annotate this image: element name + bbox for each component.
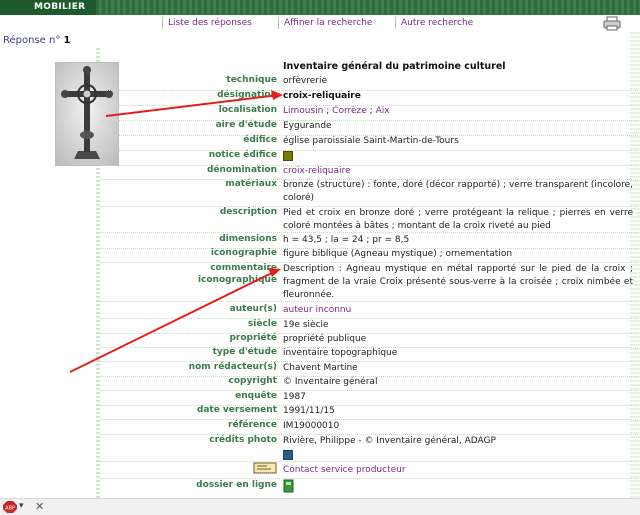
chevron-down-icon[interactable]: ▾	[19, 501, 24, 511]
top-header-strip: MOBILIER	[0, 0, 640, 15]
field-value: croix-reliquaire	[283, 91, 361, 101]
dossier-book-icon[interactable]	[283, 479, 295, 493]
field-value: figure biblique (Agneau mystique) ; orne…	[283, 249, 513, 259]
field-value: 1987	[283, 392, 306, 402]
contact-hand-icon[interactable]	[253, 462, 279, 475]
field-value: IM19000010	[283, 421, 340, 431]
field-label: dossier en ligne	[196, 480, 277, 490]
field-label: aire d'étude	[215, 120, 277, 130]
field-label: référence	[228, 420, 277, 430]
field-label: date versement	[196, 405, 277, 415]
field-value: h = 43,5 ; la = 24 ; pr = 8,5	[283, 235, 410, 245]
svg-text:ABP: ABP	[5, 506, 15, 512]
field-label: dimensions	[219, 234, 277, 244]
field-value: inventaire topographique	[283, 348, 398, 358]
nav-bar: Liste des réponses Affiner la recherche …	[0, 15, 640, 32]
field-value: © Inventaire général	[283, 377, 378, 387]
field-label: commentaire	[210, 263, 277, 273]
field-label: copyright	[228, 376, 277, 386]
section-tab: MOBILIER	[0, 0, 96, 15]
localisation-departement-link[interactable]: Corrèze	[332, 106, 367, 116]
field-value: propriété publique	[283, 334, 367, 344]
field-label: description	[219, 207, 277, 217]
nav-affiner-recherche-link[interactable]: Affiner la recherche	[284, 18, 372, 28]
field-value: église paroissiale Saint-Martin-de-Tours	[283, 136, 459, 146]
field-label: dénomination	[206, 165, 277, 175]
record-panel: Inventaire général du patrimoine culture…	[100, 48, 638, 503]
field-label: édifice	[243, 135, 277, 145]
record-title: Inventaire général du patrimoine culture…	[283, 61, 506, 72]
contact-service-link[interactable]: Contact service producteur	[283, 465, 406, 475]
field-label: enquête	[235, 391, 277, 401]
localisation-commune-link[interactable]: Aix	[376, 106, 390, 116]
result-number: Réponse n° 1	[3, 35, 71, 46]
field-label: iconographie	[210, 248, 277, 258]
field-label: siècle	[247, 319, 277, 329]
field-label: technique	[226, 75, 277, 85]
field-label: auteur(s)	[229, 304, 277, 314]
field-label: localisation	[218, 105, 277, 115]
field-label: iconographique	[197, 275, 277, 285]
field-value: Chavent Martine	[283, 363, 358, 373]
field-label: type d'étude	[212, 347, 277, 357]
field-value: Limousin ; Corrèze ; Aix	[283, 106, 390, 116]
nav-separator	[162, 17, 163, 29]
close-icon[interactable]: ✕	[35, 500, 44, 513]
nav-separator	[278, 17, 279, 29]
notice-edifice-open-icon[interactable]	[283, 150, 293, 161]
credits-open-icon[interactable]	[283, 449, 293, 460]
auteur-link[interactable]: auteur inconnu	[283, 305, 351, 315]
field-value: Pied et croix en bronze doré ; verre pro…	[283, 208, 633, 231]
adblock-icon[interactable]: ABP	[3, 501, 17, 513]
field-value: 19e siècle	[283, 320, 329, 330]
nav-separator	[395, 17, 396, 29]
field-label: nom rédacteur(s)	[188, 362, 277, 372]
field-label: notice édifice	[208, 150, 277, 160]
print-icon[interactable]	[603, 16, 621, 31]
field-value: bronze (structure) : fonte, doré (décor …	[283, 180, 633, 203]
field-value: 1991/11/15	[283, 406, 335, 416]
field-label: crédits photo	[209, 435, 277, 445]
field-label: désignation	[217, 90, 277, 100]
nav-autre-recherche-link[interactable]: Autre recherche	[401, 18, 473, 28]
field-value: Description : Agneau mystique en métal r…	[283, 264, 633, 300]
field-value: Rivière, Philippe - © Inventaire général…	[283, 436, 496, 446]
nav-liste-reponses-link[interactable]: Liste des réponses	[168, 18, 252, 28]
field-label: propriété	[229, 333, 277, 343]
denomination-link[interactable]: croix-reliquaire	[283, 166, 351, 176]
field-value: orfèvrerie	[283, 76, 328, 86]
browser-status-bar: ABP ▾ ✕	[0, 498, 640, 515]
localisation-region-link[interactable]: Limousin	[283, 106, 323, 116]
field-value: Eygurande	[283, 121, 332, 131]
field-label: matériaux	[225, 179, 277, 189]
